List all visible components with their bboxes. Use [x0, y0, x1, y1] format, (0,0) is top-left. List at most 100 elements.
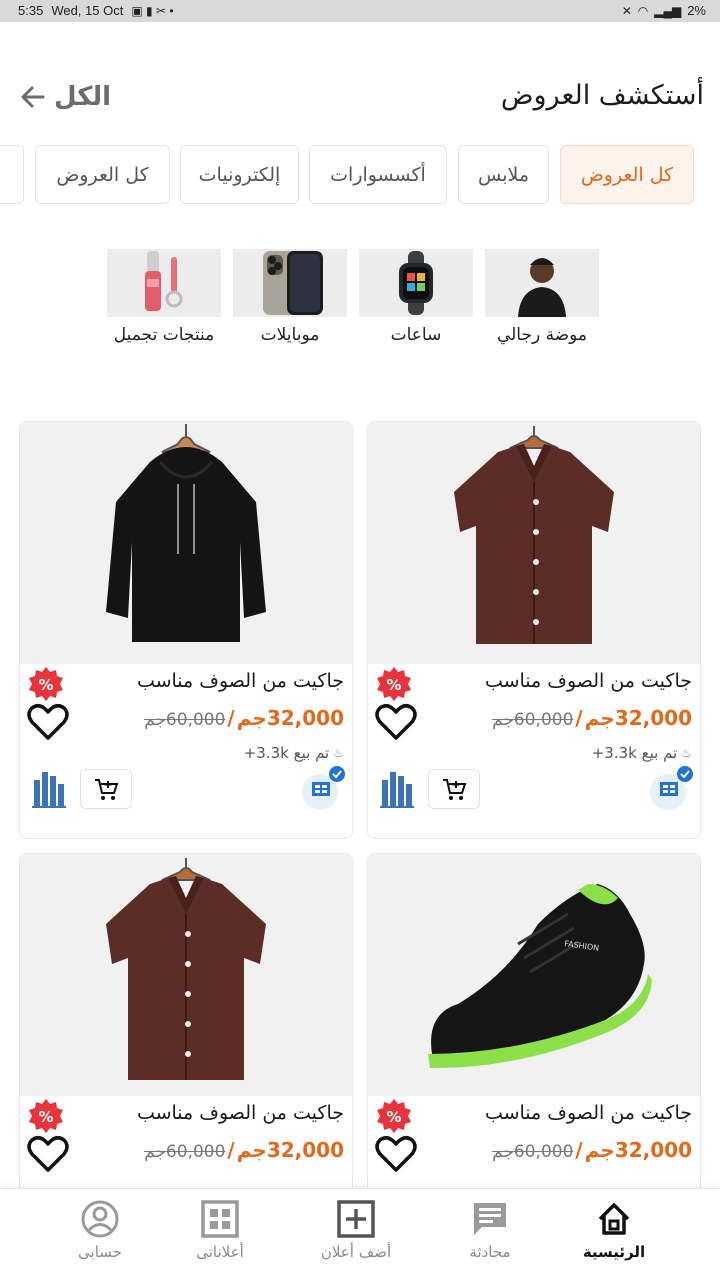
see-all-link[interactable]: الكل: [18, 82, 111, 112]
nav-label: أضف أعلان: [320, 1243, 392, 1261]
price-current: 32,000جم: [236, 706, 344, 730]
mute-icon: ✕: [621, 3, 632, 18]
discount-badge-icon: %: [377, 667, 411, 701]
category-mobiles[interactable]: موبايلات: [233, 249, 347, 345]
heart-icon[interactable]: [374, 702, 418, 742]
sold-text: تم بيع 3.3k+: [591, 744, 678, 762]
battery-level: 2%: [687, 3, 706, 18]
price-separator: /: [575, 1138, 583, 1162]
product-price: 32,000جم / 60,000جم: [492, 1138, 692, 1162]
signal-icon: ▂▄▆: [654, 3, 682, 18]
account-icon: [81, 1200, 119, 1238]
tab-label: كل العروض: [580, 163, 674, 186]
product-title: جاكيت من الصوف مناسب: [136, 1102, 344, 1124]
store-logo-icon: [380, 772, 414, 808]
status-time: 5:35: [18, 3, 44, 18]
tab-clothes[interactable]: ملابس: [458, 145, 549, 204]
product-title: جاكيت من الصوف مناسب: [136, 670, 344, 692]
price-original: 60,000جم: [492, 1142, 574, 1162]
filter-tabs: كل العروض ملابس أكسسوارات إلكترونيات كل …: [0, 145, 720, 205]
price-original: 60,000جم: [492, 710, 574, 730]
store-verified-icon: [312, 766, 345, 796]
see-all-label: الكل: [54, 82, 112, 112]
verified-store-badge: [650, 766, 693, 810]
heart-icon[interactable]: [26, 702, 70, 742]
svg-text:%: %: [386, 1108, 401, 1126]
price-current: 32,000جم: [584, 1138, 692, 1162]
black-hoodie-icon: [106, 424, 266, 642]
nav-add-ad[interactable]: أضف أعلان: [296, 1199, 416, 1261]
sold-count: ♨ تم بيع 3.3k+: [592, 744, 692, 762]
tab-accessories[interactable]: أكسسوارات: [309, 145, 447, 204]
sold-count: ♨ تم بيع 3.3k+: [244, 744, 344, 762]
price-separator: /: [227, 706, 235, 730]
price-current: 32,000جم: [584, 706, 692, 730]
category-label: منتجات تجميل: [113, 325, 215, 345]
nav-label: أعلاناتى: [196, 1243, 244, 1261]
section-header: أستكشف العروض الكل: [0, 80, 720, 120]
nav-account[interactable]: حسابى: [40, 1199, 160, 1261]
nav-home[interactable]: الرئيسية: [554, 1199, 674, 1261]
status-left: 5:35 Wed, 15 Oct ▣ ▮ ✂ •: [18, 3, 174, 18]
category-label: موبايلات: [260, 325, 320, 345]
price-original: 60,000جم: [144, 1142, 226, 1162]
price-separator: /: [227, 1138, 235, 1162]
smartwatch-icon: [359, 249, 473, 317]
tab-electronics[interactable]: إلكترونيات: [180, 145, 299, 204]
category-beauty[interactable]: منتجات تجميل: [107, 249, 221, 345]
store-logo-icon: [32, 772, 66, 808]
category-label: ساعات: [390, 325, 442, 345]
sold-text: تم بيع 3.3k+: [243, 744, 330, 762]
add-to-cart-button[interactable]: [80, 769, 132, 809]
tab-label: ملابس: [477, 163, 530, 186]
smartphone-icon: [233, 249, 347, 317]
brown-shirt-icon: [106, 858, 266, 1080]
product-card[interactable]: جاكيت من الصوف مناسب % 32,000جم / 60,000…: [367, 421, 701, 839]
price-original: 60,000جم: [144, 710, 226, 730]
product-price: 32,000جم / 60,000جم: [492, 706, 692, 730]
product-card[interactable]: جاكيت من الصوف مناسب % 32,000جم / 60,000…: [19, 421, 353, 839]
verified-store-badge: [302, 766, 345, 810]
man-portrait-icon: [485, 249, 599, 317]
lipgloss-icon: [107, 249, 221, 317]
product-price: 32,000جم / 60,000جم: [144, 706, 344, 730]
nav-my-ads[interactable]: أعلاناتى: [160, 1199, 280, 1261]
price-separator: /: [575, 706, 583, 730]
product-image: [20, 854, 352, 1096]
bottom-navigation: الرئيسية محادثة أضف أعلان أعلاناتى حسابى: [0, 1188, 720, 1280]
nav-chat[interactable]: محادثة: [430, 1199, 550, 1261]
discount-badge-icon: %: [29, 1099, 63, 1133]
tab-all-offers[interactable]: كل العروض: [560, 145, 694, 204]
status-bar: 5:35 Wed, 15 Oct ▣ ▮ ✂ • ✕ ◠ ▂▄▆ 2%: [0, 0, 720, 22]
svg-text:%: %: [386, 676, 401, 694]
sneaker-icon: FASHION: [428, 884, 652, 1069]
tab-partial[interactable]: [0, 145, 24, 204]
tab-label: إلكترونيات: [198, 163, 281, 186]
product-price: 32,000جم / 60,000جم: [144, 1138, 344, 1162]
category-watches[interactable]: ساعات: [359, 249, 473, 345]
chat-icon: [474, 1203, 506, 1235]
product-card[interactable]: FASHION جاكيت من الصوف مناسب % 32,000جم …: [367, 853, 701, 1193]
tab-all-offers-2[interactable]: كل العروض: [35, 145, 170, 204]
svg-text:%: %: [38, 676, 53, 694]
svg-text:%: %: [38, 1108, 53, 1126]
arrow-left-icon: [21, 86, 45, 108]
cart-plus-icon: [443, 779, 467, 800]
discount-badge-icon: %: [29, 667, 63, 701]
price-current: 32,000جم: [236, 1138, 344, 1162]
heart-icon[interactable]: [374, 1134, 418, 1174]
product-card[interactable]: جاكيت من الصوف مناسب % 32,000جم / 60,000…: [19, 853, 353, 1193]
discount-badge-icon: %: [377, 1099, 411, 1133]
tab-label: أكسسوارات: [330, 163, 426, 186]
cart-plus-icon: [95, 779, 119, 800]
category-men-fashion[interactable]: موضة رجالي: [485, 249, 599, 345]
page-title: أستكشف العروض: [500, 80, 704, 111]
heart-icon[interactable]: [26, 1134, 70, 1174]
notification-icons: ▣ ▮ ✂ •: [131, 3, 174, 18]
product-image: [368, 422, 700, 664]
nav-label: الرئيسية: [582, 1243, 646, 1261]
store-verified-icon: [660, 766, 693, 796]
add-to-cart-button[interactable]: [428, 769, 480, 809]
home-icon: [598, 1203, 630, 1235]
brown-shirt-icon: [454, 426, 614, 644]
